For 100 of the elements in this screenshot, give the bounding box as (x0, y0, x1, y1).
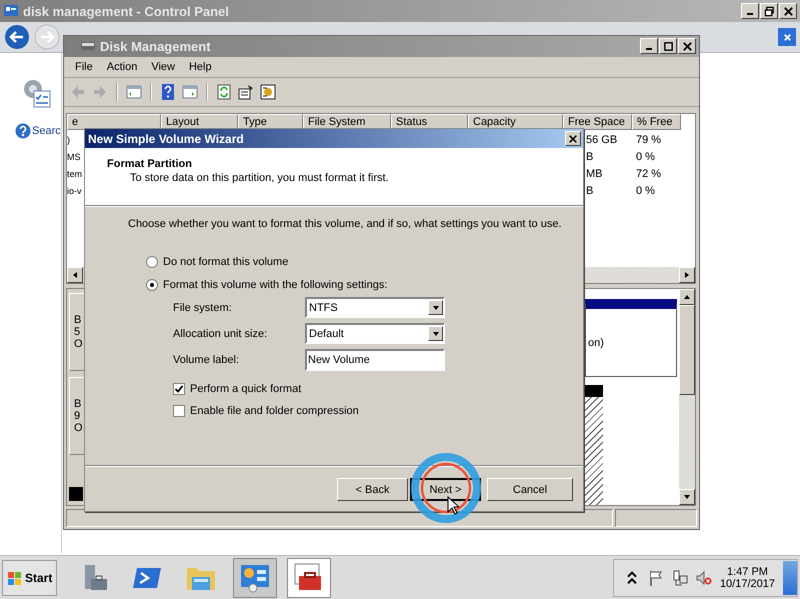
table-cell-text: io-v (67, 186, 83, 196)
legend-swatch (69, 487, 83, 502)
menu-item[interactable]: Action (102, 60, 146, 73)
radio-label[interactable]: Do not format this volume (163, 256, 288, 268)
start-button[interactable]: Start (2, 560, 58, 596)
column-header[interactable]: Free Space (563, 114, 632, 130)
pane-icon[interactable] (126, 84, 142, 100)
radio-button[interactable] (146, 256, 158, 268)
radio-button[interactable] (146, 279, 158, 291)
close-button[interactable] (678, 38, 696, 54)
cursor-icon (447, 496, 459, 516)
page-heading: Format Partition (107, 158, 193, 170)
menu-item[interactable]: View (146, 60, 184, 73)
taskbar-button[interactable] (287, 558, 332, 598)
help-icon[interactable] (160, 84, 176, 100)
disk-label-text: O (74, 422, 84, 434)
down-arrow-icon (683, 493, 691, 502)
windows-logo-icon (7, 570, 23, 586)
table-cell-text: 79 % (635, 134, 662, 146)
close-button[interactable] (565, 131, 581, 146)
table-cell-text: 56 GB (586, 134, 618, 146)
table-cell-text: MB (586, 168, 604, 180)
help-icon (15, 123, 31, 139)
close-icon (682, 40, 692, 52)
checkbox-label[interactable]: Perform a quick format (190, 383, 302, 395)
table-cell-text: B (586, 151, 594, 164)
field-label: File system: (173, 302, 233, 314)
menu-item[interactable]: Help (184, 60, 221, 73)
minimize-button[interactable] (640, 38, 658, 54)
minimize-icon (747, 13, 753, 15)
maximize-button[interactable] (659, 38, 677, 54)
close-icon (782, 6, 794, 16)
checkbox-label[interactable]: Enable file and folder compression (190, 405, 359, 417)
restore-icon (764, 6, 774, 16)
window-title: Disk Management (100, 38, 211, 54)
vertical-scrollbar[interactable] (679, 289, 695, 506)
column-header[interactable]: Layout (161, 114, 238, 130)
close-button[interactable] (779, 3, 797, 19)
date-text: 10/17/2017 (720, 578, 775, 590)
partition-text: on) (588, 336, 604, 349)
table-cell-text: 72 % (635, 168, 662, 180)
disk-label-text: 5 (74, 326, 82, 338)
dropdown[interactable]: NTFS (305, 297, 445, 318)
table-cell-text: ) (67, 135, 71, 146)
dialog-title: New Simple Volume Wizard (88, 132, 244, 146)
window-title: disk management - Control Panel (23, 4, 229, 18)
maximize-icon (662, 40, 674, 52)
restore-button[interactable] (760, 3, 778, 19)
muted-speaker-icon[interactable] (696, 570, 712, 586)
dropdown[interactable]: Default (305, 323, 445, 344)
column-header[interactable]: Type (238, 114, 303, 130)
dropdown-arrow-icon (432, 330, 440, 338)
table-cell-text: tem (67, 169, 84, 180)
up-arrow-icon (683, 293, 691, 302)
table-cell-text: MS (67, 152, 82, 162)
minimize-icon (646, 48, 652, 50)
control-panel-icon (3, 3, 19, 19)
clear-search-button[interactable] (778, 28, 796, 46)
right-arrow-icon (683, 271, 691, 280)
left-arrow-icon (71, 271, 79, 280)
checkbox[interactable] (173, 405, 185, 417)
field-label: Allocation unit size: (173, 328, 268, 340)
checkbox[interactable] (173, 383, 185, 395)
unallocated-partition[interactable] (585, 385, 603, 506)
table-cell-text: B (586, 185, 594, 198)
column-header[interactable]: Capacity (468, 114, 563, 130)
wizard-button[interactable]: Cancel (487, 478, 573, 501)
input-field[interactable]: New Volume (305, 349, 445, 371)
clock[interactable]: 1:47 PM 10/17/2017 (720, 566, 775, 590)
wizard-button[interactable]: < Back (337, 478, 408, 501)
page-subheading: To store data on this partition, you must format it first. (129, 172, 390, 184)
highlight-ring (411, 453, 481, 523)
checkmark-icon (174, 384, 184, 394)
minimize-button[interactable] (741, 3, 759, 19)
close-icon (568, 134, 578, 144)
close-icon (782, 32, 792, 42)
refresh-icon[interactable] (216, 84, 232, 100)
column-header[interactable]: % Free (632, 114, 681, 130)
back-button[interactable] (4, 24, 30, 50)
properties-icon[interactable] (238, 84, 254, 100)
radio-label[interactable]: Format this volume with the following settings: (163, 279, 388, 291)
disk-label-text: B (74, 398, 82, 410)
column-header[interactable]: e (67, 114, 161, 130)
dropdown-arrow-icon (432, 304, 440, 312)
instruction-text: Choose whether you want to format this volume, and if so, what settings you want to use. (128, 218, 563, 230)
partition-block[interactable]: on) (585, 299, 677, 378)
pane-icon[interactable] (182, 84, 198, 100)
time-text: 1:47 PM (726, 566, 768, 578)
table-cell-text: 0 % (635, 151, 656, 164)
field-label: Volume label: (173, 354, 240, 366)
search-link[interactable]: Searc (32, 125, 61, 137)
table-cell-text: 0 % (635, 185, 656, 198)
disk-label-text: 9 (74, 410, 82, 422)
column-header[interactable]: Status (391, 114, 468, 130)
disk-label-text: B (74, 314, 82, 326)
flag-icon[interactable] (648, 570, 664, 586)
disk-label-text: O (74, 338, 84, 350)
menu-item[interactable]: File (70, 60, 102, 73)
column-header[interactable]: File System (303, 114, 391, 130)
network-icon[interactable] (672, 570, 688, 586)
